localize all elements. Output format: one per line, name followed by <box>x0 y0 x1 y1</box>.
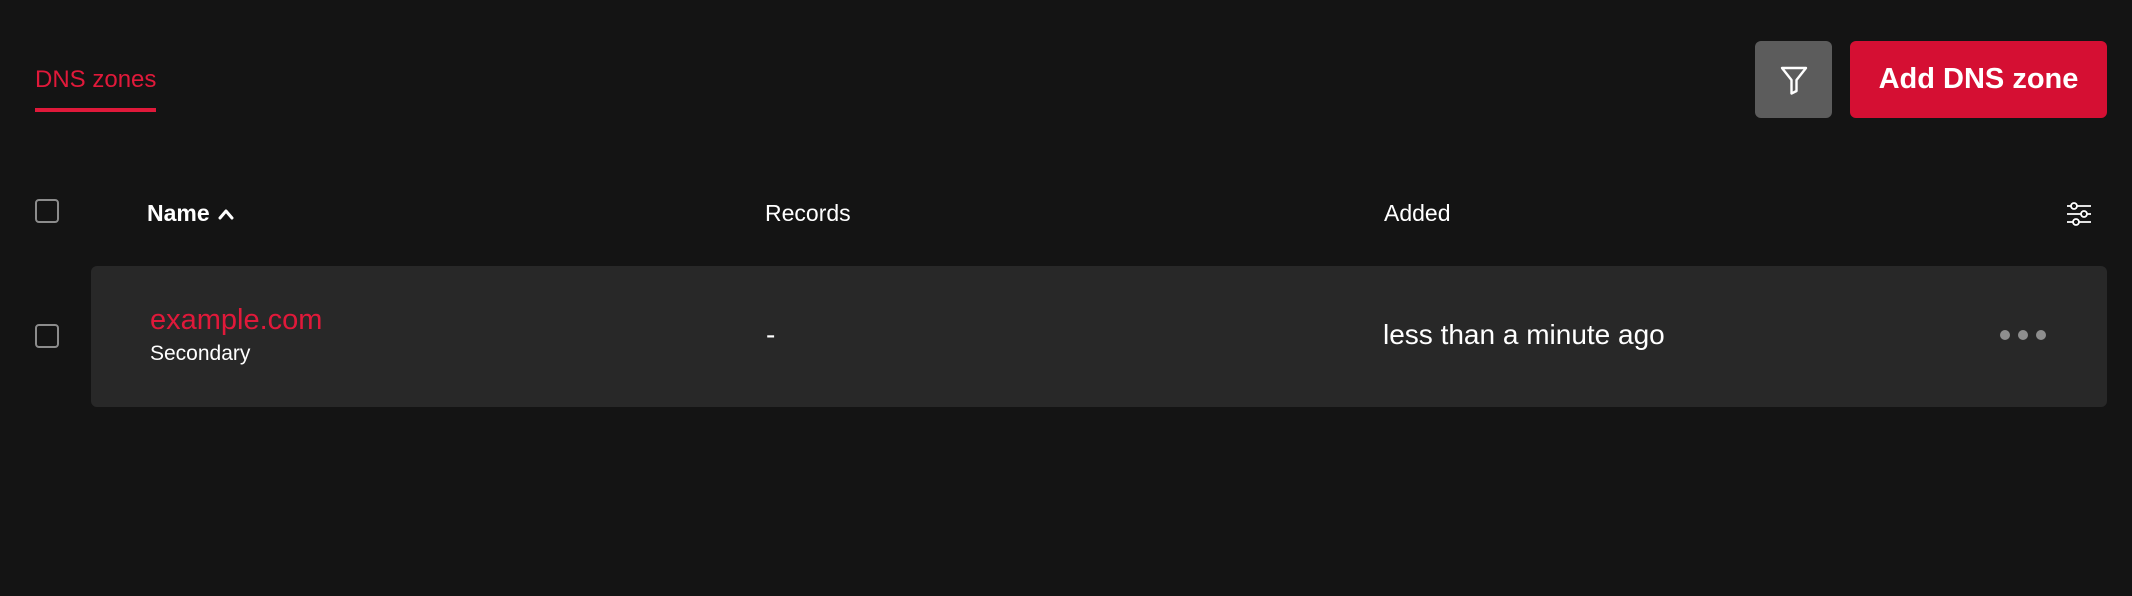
tab-dns-zones[interactable]: DNS zones <box>35 66 157 112</box>
sliders-icon <box>2067 202 2091 226</box>
more-options-icon <box>2000 330 2010 340</box>
column-header-records: Records <box>765 200 851 226</box>
more-options-icon <box>2036 330 2046 340</box>
records-value: - <box>766 319 776 350</box>
row-checkbox[interactable] <box>35 324 59 348</box>
added-value: less than a minute ago <box>1383 319 1665 350</box>
column-header-added: Added <box>1384 200 1451 226</box>
filter-icon <box>1780 66 1807 95</box>
filter-button[interactable] <box>1755 41 1832 118</box>
table-row: example.com Secondary - less than a minu… <box>91 266 2107 407</box>
more-options-button[interactable] <box>1993 321 2053 349</box>
more-options-icon <box>2018 330 2028 340</box>
column-settings-button[interactable] <box>2064 199 2094 229</box>
zone-type: Secondary <box>150 342 251 365</box>
select-all-checkbox[interactable] <box>35 199 59 223</box>
sort-ascending-icon <box>218 209 234 219</box>
add-dns-zone-button[interactable]: Add DNS zone <box>1850 41 2107 118</box>
column-header-name[interactable]: Name <box>147 200 234 227</box>
column-header-name-label: Name <box>147 200 210 226</box>
zone-name-link[interactable]: example.com <box>150 304 322 337</box>
